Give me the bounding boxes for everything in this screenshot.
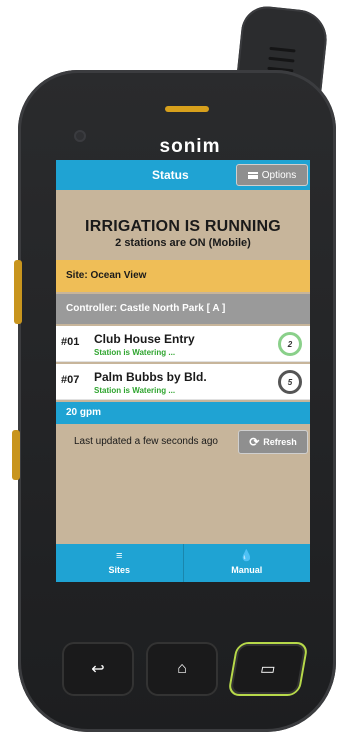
top-bar: Status Options: [56, 160, 310, 190]
back-icon: ↩: [91, 661, 105, 678]
front-camera: [74, 130, 86, 142]
side-button[interactable]: [12, 430, 20, 480]
timer-icon[interactable]: 2: [278, 332, 302, 356]
station-row[interactable]: #07 Palm Bubbs by Bld. Station is Wateri…: [56, 364, 310, 400]
site-bar[interactable]: Site: Ocean View: [56, 260, 310, 292]
brand-logo: sonim: [159, 136, 221, 157]
station-status: Station is Watering ...: [94, 386, 176, 395]
nav-sites[interactable]: ≡ Sites: [56, 544, 184, 582]
back-button[interactable]: ↩: [62, 642, 134, 696]
menu-button[interactable]: ▭: [227, 642, 309, 696]
station-number: #01: [61, 336, 80, 348]
controller-bar[interactable]: Controller: Castle North Park [ A ]: [56, 294, 310, 324]
nav-manual-label: Manual: [231, 565, 263, 575]
options-button[interactable]: Options: [236, 164, 308, 186]
app-screen: Status Options IRRIGATION IS RUNNING 2 s…: [56, 160, 310, 582]
nav-manual[interactable]: 💧 Manual: [184, 544, 311, 582]
flow-rate-bar: 20 gpm: [56, 402, 310, 424]
last-updated-text: Last updated a few seconds ago: [74, 436, 218, 447]
menu-icon: ▭: [258, 661, 277, 678]
nav-sites-label: Sites: [108, 565, 130, 575]
refresh-label: Refresh: [263, 437, 297, 447]
banner-subtitle: 2 stations are ON (Mobile): [115, 237, 251, 249]
station-number: #07: [61, 374, 80, 386]
timer-icon[interactable]: 5: [278, 370, 302, 394]
list-icon: ≡: [116, 550, 123, 562]
antenna-grill: [268, 56, 295, 63]
refresh-icon: ⟳: [249, 435, 260, 449]
refresh-button[interactable]: ⟳ Refresh: [238, 430, 308, 454]
banner-title: IRRIGATION IS RUNNING: [85, 218, 281, 235]
running-banner: IRRIGATION IS RUNNING 2 stations are ON …: [56, 218, 310, 249]
volume-button[interactable]: [14, 260, 22, 324]
bottom-nav: ≡ Sites 💧 Manual: [56, 544, 310, 582]
timer-value: 5: [287, 377, 293, 387]
hamburger-icon: [247, 171, 258, 179]
hardware-buttons: ↩ ⌂ ▭: [62, 642, 312, 702]
water-drop-icon: 💧: [239, 550, 254, 562]
station-row[interactable]: #01 Club House Entry Station is Watering…: [56, 326, 310, 362]
antenna-grill: [269, 46, 296, 53]
page-title: Status: [152, 168, 189, 182]
timer-value: 2: [287, 339, 293, 349]
home-button[interactable]: ⌂: [146, 642, 218, 696]
options-label: Options: [261, 169, 297, 181]
home-icon: ⌂: [177, 660, 187, 677]
earpiece-speaker: [165, 106, 209, 112]
station-name: Club House Entry: [94, 332, 195, 346]
station-status: Station is Watering ...: [94, 348, 176, 357]
station-name: Palm Bubbs by Bld.: [94, 370, 207, 384]
